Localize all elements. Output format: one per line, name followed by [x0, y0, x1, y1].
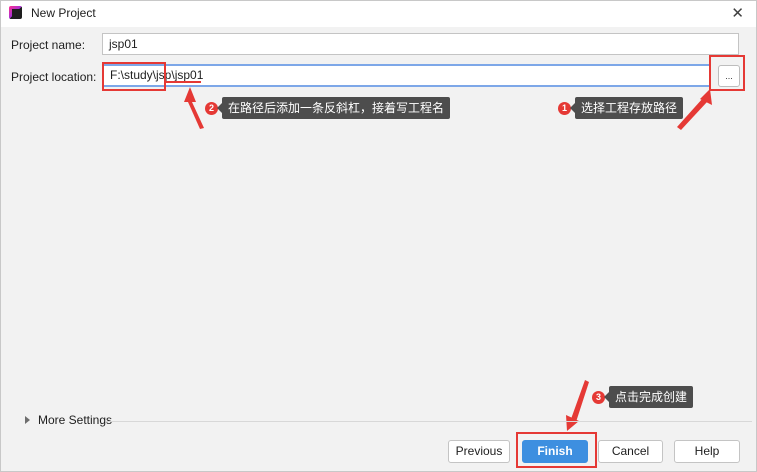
more-settings-toggle[interactable]: More Settings — [25, 413, 112, 427]
arrow-2-head — [184, 87, 196, 102]
previous-button[interactable]: Previous — [448, 440, 510, 463]
annotation-3: 3 点击完成创建 — [592, 386, 694, 408]
annotation-2-number: 2 — [205, 101, 218, 115]
project-location-input[interactable]: F:\study\jsp\jsp01 — [102, 64, 711, 87]
arrow-1-head — [700, 89, 712, 105]
arrow-1-shaft — [677, 98, 707, 130]
project-name-value: jsp01 — [109, 37, 138, 51]
new-project-dialog: New Project ✕ Project name: jsp01 Projec… — [0, 0, 757, 472]
more-settings-divider — [106, 421, 752, 422]
arrow-2-shaft — [188, 102, 204, 129]
title-bar: New Project ✕ — [1, 1, 756, 27]
arrow-3-shaft — [571, 380, 589, 422]
annotation-2: 2 在路径后添加一条反斜杠，接着写工程名 — [205, 97, 451, 119]
annotation-1-text: 选择工程存放路径 — [569, 97, 684, 119]
help-button[interactable]: Help — [674, 440, 740, 463]
cancel-button[interactable]: Cancel — [598, 440, 663, 463]
finish-button[interactable]: Finish — [522, 440, 588, 463]
annotation-1: 1 选择工程存放路径 — [558, 97, 684, 119]
arrow-3-head — [566, 415, 579, 431]
more-settings-label: More Settings — [38, 413, 113, 427]
annotation-3-number: 3 — [592, 390, 605, 404]
app-icon — [9, 6, 22, 19]
window-title: New Project — [31, 6, 96, 20]
browse-button[interactable]: ... — [718, 65, 740, 87]
close-icon[interactable]: ✕ — [731, 4, 744, 22]
project-name-input[interactable]: jsp01 — [102, 33, 739, 55]
annotation-2-text: 在路径后添加一条反斜杠，接着写工程名 — [216, 97, 451, 119]
project-name-label: Project name: — [11, 38, 86, 52]
project-location-suffix: \jsp01 — [171, 68, 204, 82]
triangle-right-icon — [25, 416, 30, 424]
project-location-label: Project location: — [11, 70, 97, 84]
annotation-3-text: 点击完成创建 — [603, 386, 694, 408]
annotation-1-number: 1 — [558, 101, 571, 115]
project-location-base: F:\study\jsp — [110, 68, 172, 82]
